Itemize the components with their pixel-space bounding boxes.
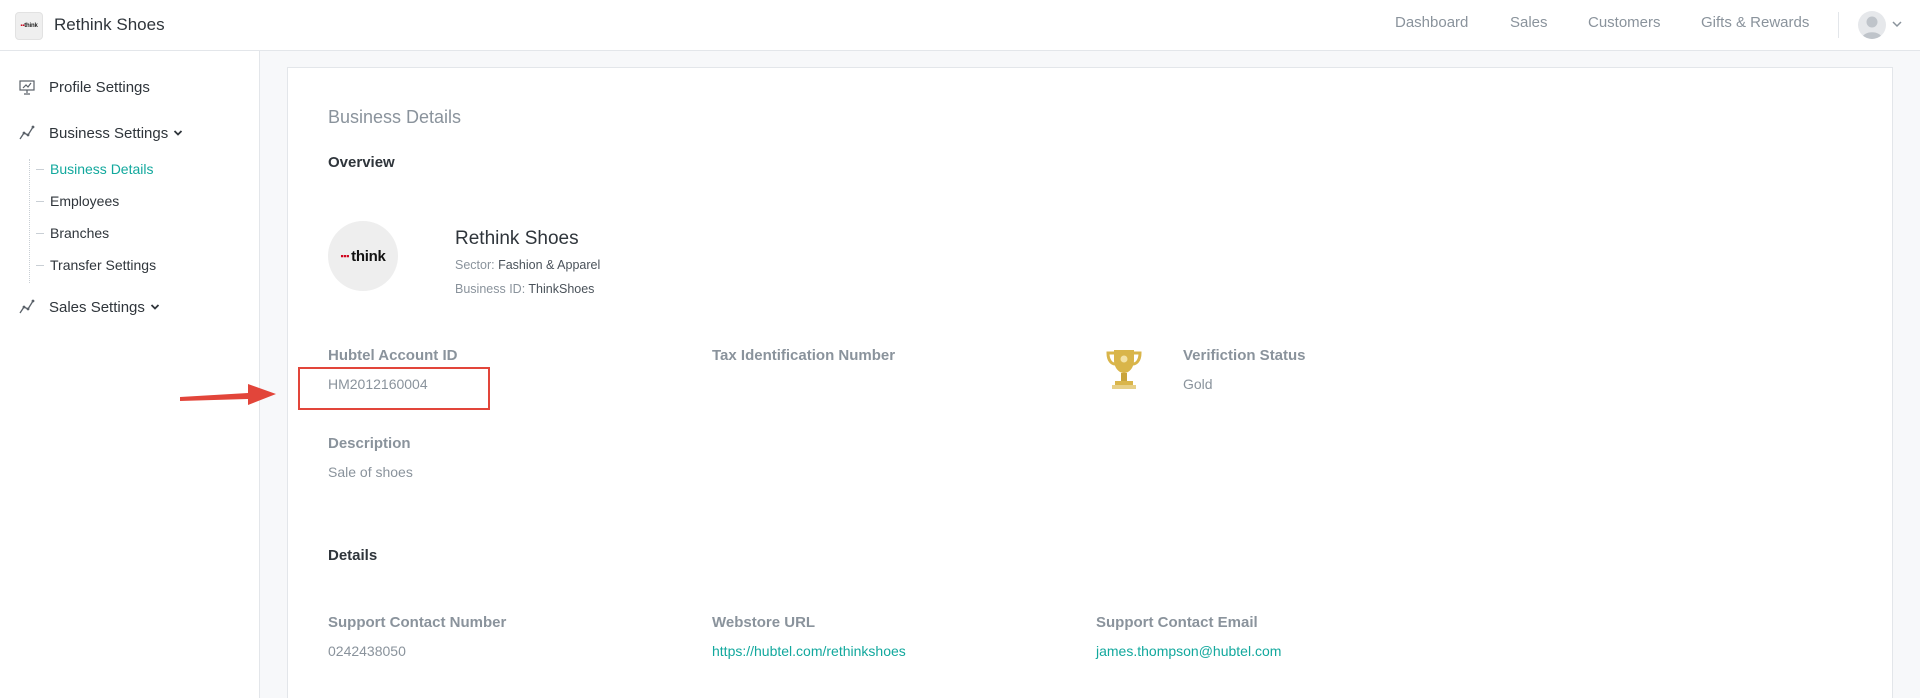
sidebar-subitem-employees[interactable]: Employees bbox=[36, 193, 119, 209]
details-heading: Details bbox=[328, 547, 378, 564]
description-label: Description bbox=[328, 435, 411, 452]
sidebar-item-label: Profile Settings bbox=[49, 78, 150, 96]
sidebar-subitem-label: Business Details bbox=[50, 161, 154, 177]
top-navbar: ▪▪ think Rethink Shoes Dashboard Sales Cu… bbox=[0, 0, 1920, 51]
nav-divider bbox=[1838, 12, 1839, 38]
business-name: Rethink Shoes bbox=[455, 228, 579, 249]
submenu-dash bbox=[36, 264, 44, 266]
nav-customers[interactable]: Customers bbox=[1588, 14, 1661, 31]
sidebar-subitem-branches[interactable]: Branches bbox=[36, 225, 109, 241]
nav-sales[interactable]: Sales bbox=[1510, 14, 1548, 31]
line-chart-icon bbox=[19, 299, 35, 314]
webstore-url-label: Webstore URL bbox=[712, 614, 816, 631]
sidebar-subitem-label: Employees bbox=[50, 193, 120, 209]
support-contact-email-label: Support Contact Email bbox=[1096, 614, 1258, 631]
sector-label: Sector: bbox=[455, 258, 495, 272]
brand-logo[interactable]: ▪▪ think bbox=[15, 12, 43, 40]
business-logo: ▪▪▪ think bbox=[328, 221, 398, 291]
support-contact-number-label: Support Contact Number bbox=[328, 614, 507, 631]
nav-gifts-rewards[interactable]: Gifts & Rewards bbox=[1701, 14, 1809, 31]
sidebar-item-label: Sales Settings bbox=[49, 298, 145, 316]
business-id-label: Business ID: bbox=[455, 282, 526, 296]
support-contact-number-value: 0242438050 bbox=[328, 643, 406, 659]
nav-dashboard[interactable]: Dashboard bbox=[1395, 14, 1468, 31]
sidebar-item-sales-settings[interactable]: Sales Settings bbox=[18, 296, 160, 318]
annotation-highlight-box bbox=[298, 367, 490, 410]
sidebar-item-business-settings[interactable]: Business Settings bbox=[18, 122, 183, 144]
support-contact-email-link[interactable]: james.thompson@hubtel.com bbox=[1096, 643, 1281, 659]
sidebar-subitem-label: Branches bbox=[50, 225, 110, 241]
business-sector: Sector: Fashion & Apparel bbox=[455, 258, 600, 272]
brand-name[interactable]: Rethink Shoes bbox=[54, 15, 165, 35]
overview-heading: Overview bbox=[328, 154, 395, 171]
user-avatar-icon[interactable] bbox=[1858, 11, 1886, 39]
submenu-dash bbox=[36, 200, 44, 202]
description-value: Sale of shoes bbox=[328, 464, 413, 480]
sidebar-item-label: Business Settings bbox=[49, 124, 169, 142]
presentation-chart-icon bbox=[19, 80, 35, 95]
chevron-down-icon bbox=[150, 304, 160, 310]
annotation-arrow-icon bbox=[180, 384, 276, 405]
sector-value: Fashion & Apparel bbox=[498, 258, 601, 272]
chevron-down-icon[interactable] bbox=[1891, 18, 1903, 30]
business-id: Business ID: ThinkShoes bbox=[455, 282, 594, 296]
sidebar-subitem-transfer-settings[interactable]: Transfer Settings bbox=[36, 257, 156, 273]
hubtel-account-id-label: Hubtel Account ID bbox=[328, 347, 458, 364]
chevron-down-icon bbox=[174, 130, 183, 136]
sidebar: Profile Settings Business Settings Busin… bbox=[0, 51, 260, 698]
sidebar-subitem-business-details[interactable]: Business Details bbox=[36, 161, 154, 177]
submenu-guide-line bbox=[29, 159, 30, 283]
brand-logo-text: think bbox=[24, 23, 38, 29]
tax-id-label: Tax Identification Number bbox=[712, 347, 896, 364]
verification-status-value: Gold bbox=[1183, 376, 1213, 392]
business-logo-mark: ▪▪▪ bbox=[340, 251, 350, 261]
business-details-card bbox=[287, 67, 1893, 698]
business-logo-text: think bbox=[351, 247, 386, 265]
trophy-icon bbox=[1106, 350, 1142, 389]
sidebar-subitem-label: Transfer Settings bbox=[50, 257, 157, 273]
webstore-url-link[interactable]: https://hubtel.com/rethinkshoes bbox=[712, 643, 906, 659]
page-title: Business Details bbox=[328, 107, 462, 127]
sidebar-item-profile-settings[interactable]: Profile Settings bbox=[18, 76, 150, 98]
submenu-dash bbox=[36, 168, 44, 170]
business-id-value: ThinkShoes bbox=[528, 282, 595, 296]
verification-status-label: Verifiction Status bbox=[1183, 347, 1306, 364]
line-chart-icon bbox=[19, 125, 35, 140]
submenu-dash bbox=[36, 232, 44, 234]
